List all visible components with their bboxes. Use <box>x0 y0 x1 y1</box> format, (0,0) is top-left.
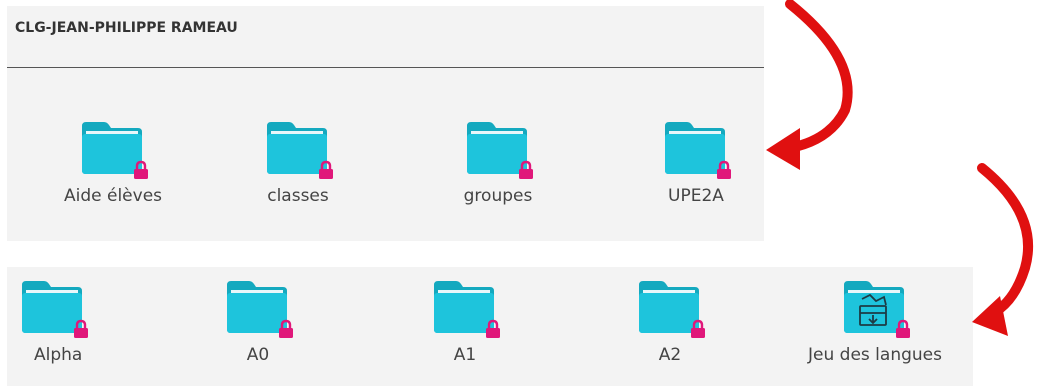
annotation-arrows <box>766 0 1033 336</box>
red-arrow-top <box>766 0 853 170</box>
red-arrow-bottom <box>972 163 1033 336</box>
screenshot-stage: CLG-JEAN-PHILIPPE RAMEAU Aide élèves cla… <box>0 0 1043 386</box>
